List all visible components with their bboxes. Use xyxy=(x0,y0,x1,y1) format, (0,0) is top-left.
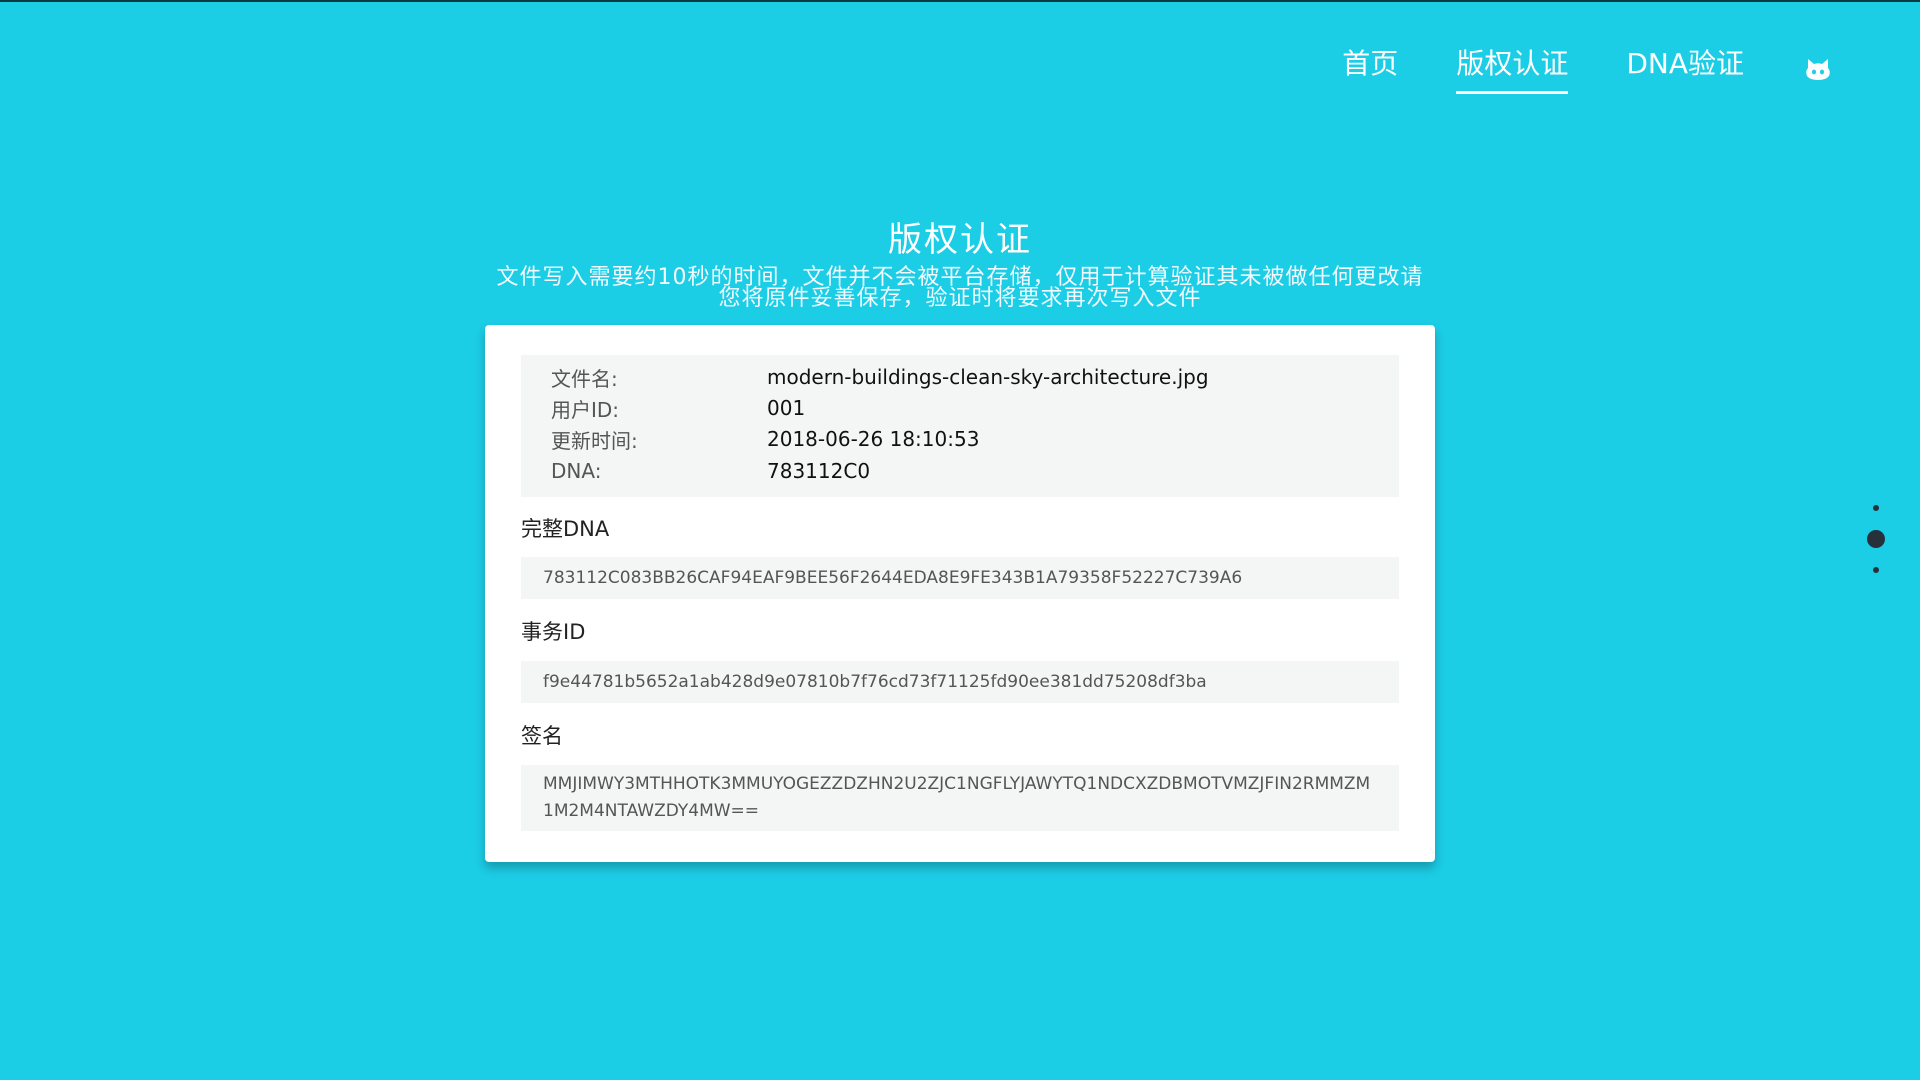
top-nav: 首页 版权认证 DNA验证 xyxy=(1342,44,1832,94)
nav-copyright-auth[interactable]: 版权认证 xyxy=(1456,44,1569,94)
user-id-label: 用户ID: xyxy=(551,397,620,422)
dna-row: DNA: 783112C0 xyxy=(551,456,870,486)
signature-field: MMJIMWY3MTHHOTK3MMUYOGEZZDZHN2U2ZJC1NGFL… xyxy=(521,765,1399,831)
dna-label: DNA: xyxy=(551,459,602,483)
updated-time-row: 更新时间: 2018-06-26 18:10:53 xyxy=(551,424,979,454)
user-id-row: 用户ID: 001 xyxy=(551,393,805,423)
file-name-value: modern-buildings-clean-sky-architecture.… xyxy=(767,365,1209,389)
page-dot-2-active[interactable] xyxy=(1867,530,1885,548)
full-dna-field: 783112C083BB26CAF94EAF9BEE56F2644EDA8E9F… xyxy=(521,557,1399,599)
nav-home[interactable]: 首页 xyxy=(1342,44,1398,94)
top-border xyxy=(0,0,1920,2)
page-dot-1[interactable] xyxy=(1873,505,1879,511)
signature-label: 签名 xyxy=(521,724,563,748)
file-name-label: 文件名: xyxy=(551,366,618,391)
page-subtitle: 文件写入需要约10秒的时间，文件并不会被平台存储，仅用于计算验证其未被做任何更改… xyxy=(496,265,1424,311)
certificate-card: 文件名: modern-buildings-clean-sky-architec… xyxy=(485,325,1435,862)
user-id-value: 001 xyxy=(767,396,806,420)
transaction-id-field: f9e44781b5652a1ab428d9e07810b7f76cd73f71… xyxy=(521,661,1399,703)
nav-dna-verify[interactable]: DNA验证 xyxy=(1626,44,1744,94)
dna-value: 783112C0 xyxy=(767,459,871,483)
transaction-id-label: 事务ID xyxy=(521,620,586,644)
github-icon[interactable] xyxy=(1804,57,1832,81)
full-dna-label: 完整DNA xyxy=(521,517,610,541)
page-title: 版权认证 xyxy=(888,220,1032,260)
file-info-panel: 文件名: modern-buildings-clean-sky-architec… xyxy=(521,355,1399,497)
updated-time-label: 更新时间: xyxy=(551,428,638,453)
page-dot-3[interactable] xyxy=(1873,567,1879,573)
updated-time-value: 2018-06-26 18:10:53 xyxy=(767,427,980,451)
file-name-row: 文件名: modern-buildings-clean-sky-architec… xyxy=(551,362,1209,392)
